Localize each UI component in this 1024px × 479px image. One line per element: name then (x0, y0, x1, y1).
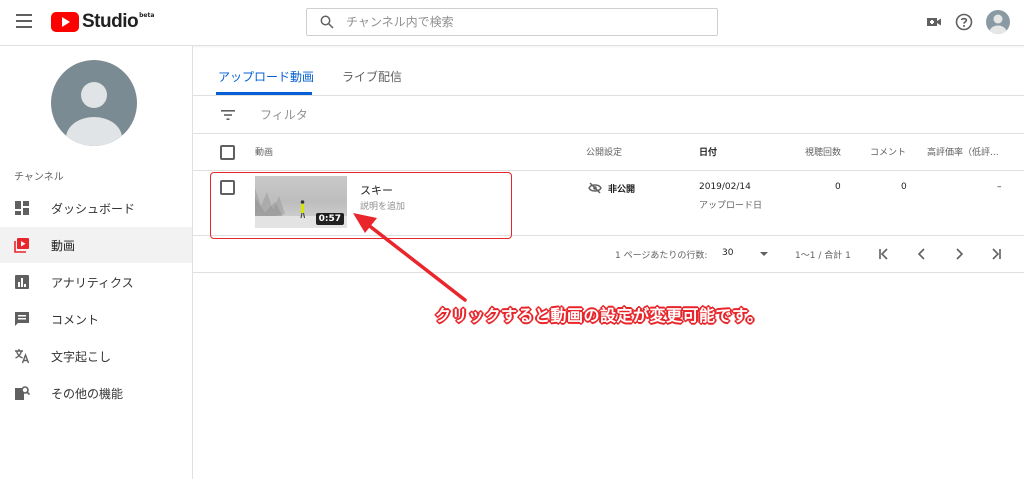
pagination-range: 1～1 / 合計 1 (795, 251, 851, 261)
sidebar-item-label: アナリティクス (51, 275, 134, 290)
column-header-date[interactable]: 日付 (699, 145, 717, 158)
column-header-video[interactable]: 動画 (255, 145, 273, 158)
help-icon[interactable] (955, 13, 973, 31)
previous-page-icon[interactable] (914, 246, 930, 262)
annotation-arrow-icon (353, 213, 467, 302)
sidebar: チャンネル ダッシュボード 動画 アナリティクス コメント 文字起こし その他の… (0, 46, 193, 479)
divider (193, 133, 1024, 134)
menu-icon[interactable] (16, 14, 32, 28)
sidebar-heading: チャンネル (14, 172, 64, 183)
analytics-icon (15, 275, 29, 289)
select-all-checkbox[interactable] (220, 145, 235, 160)
create-video-icon[interactable] (926, 14, 942, 30)
channel-avatar[interactable] (51, 60, 137, 146)
filter-icon[interactable] (221, 109, 235, 121)
tab-live[interactable]: ライブ配信 (342, 68, 402, 85)
video-views: 0 (835, 182, 841, 192)
search-box[interactable] (306, 8, 718, 36)
sidebar-item-other-features[interactable]: その他の機能 (0, 375, 192, 411)
video-date: 2019/02/14 (699, 182, 751, 192)
next-page-icon[interactable] (951, 246, 967, 262)
account-avatar[interactable] (986, 10, 1010, 34)
caret-down-icon (760, 252, 768, 256)
last-page-icon[interactable] (988, 246, 1004, 262)
search-icon (320, 15, 334, 29)
dashboard-icon (15, 201, 29, 215)
divider (193, 170, 1024, 171)
sidebar-item-label: 動画 (51, 238, 76, 253)
youtube-logo-icon (51, 12, 79, 32)
annotation-text: クリックすると動画の設定が変更可能です。 (435, 306, 764, 325)
column-header-rating[interactable]: 高評価率（低評... (927, 145, 999, 158)
sidebar-item-transcription[interactable]: 文字起こし (0, 338, 192, 374)
sidebar-item-label: コメント (51, 312, 100, 327)
video-date-label: アップロード日 (699, 201, 763, 211)
column-header-comments[interactable]: コメント (870, 145, 906, 158)
logo-beta-badge: beta (139, 12, 155, 19)
sidebar-item-dashboard[interactable]: ダッシュボード (0, 190, 192, 226)
eye-off-icon[interactable] (588, 182, 602, 194)
column-header-views[interactable]: 視聴回数 (805, 145, 841, 158)
search-input[interactable] (344, 14, 688, 30)
filter-input[interactable]: フィルタ (260, 106, 308, 123)
divider (193, 272, 1024, 273)
sidebar-item-label: その他の機能 (51, 386, 124, 401)
studio-logo[interactable]: Studio beta (51, 10, 154, 34)
visibility-status[interactable]: 非公開 (608, 182, 635, 195)
avatar-person-icon (989, 14, 1007, 34)
logo-text: Studio (82, 11, 139, 32)
sidebar-item-comments[interactable]: コメント (0, 301, 192, 337)
tab-uploads[interactable]: アップロード動画 (218, 68, 314, 85)
rows-per-page-value: 30 (722, 248, 734, 258)
video-icon (14, 238, 29, 253)
column-header-visibility[interactable]: 公開設定 (586, 145, 622, 158)
sidebar-item-label: 文字起こし (51, 349, 112, 364)
other-features-icon (15, 386, 30, 400)
rows-per-page-label: 1 ページあたりの行数: (615, 251, 708, 261)
video-comments: 0 (901, 182, 907, 192)
sidebar-item-videos[interactable]: 動画 (0, 227, 192, 263)
video-rating: – (997, 182, 1002, 192)
first-page-icon[interactable] (876, 246, 892, 262)
translate-icon (15, 349, 30, 364)
sidebar-item-label: ダッシュボード (51, 201, 136, 216)
sidebar-item-analytics[interactable]: アナリティクス (0, 264, 192, 300)
comment-icon (15, 312, 29, 326)
channel-avatar-icon (66, 82, 122, 146)
divider (193, 95, 1024, 96)
